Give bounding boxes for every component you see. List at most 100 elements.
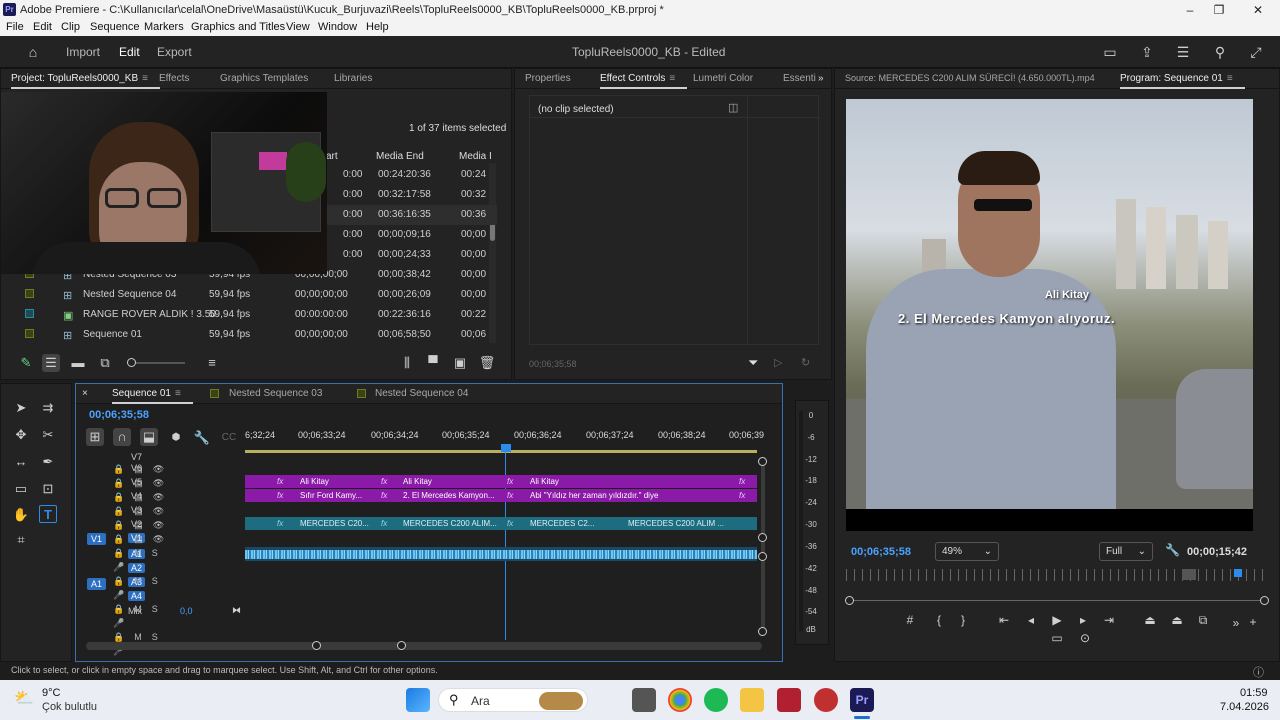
track-lock-toggles-icon[interactable]: 🔒▤👁 🔒▤👁 🔒▤👁 🔒▤👁 🔒▤👁 🔒▤👁 🔒MS🎤 🔒MS🎤 🔒MS🎤 🔒MS🎤 xyxy=(113,462,183,656)
menu-file[interactable]: File xyxy=(6,21,24,33)
wrench-icon[interactable]: 🔧 xyxy=(1165,543,1180,557)
panel-layout-icon[interactable]: ▭ xyxy=(1101,43,1119,61)
list-item[interactable]: ⊞ Nested Sequence 04 59,94 fps 00;00;00;0… xyxy=(17,285,497,305)
workspaces-icon[interactable]: ☰ xyxy=(1174,43,1192,61)
more-controls-icon[interactable]: » xyxy=(1228,616,1244,630)
lift-icon[interactable]: ⏏ xyxy=(1142,613,1158,627)
close-button[interactable]: ✕ xyxy=(1248,1,1268,19)
linked-selection-icon[interactable]: ∩ xyxy=(113,428,131,446)
add-marker-icon[interactable]: ⬢ xyxy=(167,429,185,447)
extract-icon[interactable]: ⏏ xyxy=(1169,613,1185,627)
camera-icon[interactable]: ⊙ xyxy=(1077,631,1093,645)
time-ruler[interactable] xyxy=(846,569,1266,581)
menu-clip[interactable]: Clip xyxy=(61,21,80,33)
go-to-out-icon[interactable]: ⇥ xyxy=(1101,613,1117,627)
captions-tool-icon[interactable]: ⌗ xyxy=(12,531,30,549)
timeline-settings-icon[interactable]: 🔧 xyxy=(193,429,211,447)
step-forward-icon[interactable]: ▸ xyxy=(1075,613,1091,627)
timeline-hscrollbar[interactable] xyxy=(86,641,762,650)
export-tab[interactable]: Export xyxy=(157,45,192,59)
voicemeeter-icon[interactable] xyxy=(777,688,801,712)
toggle-timeline-icon[interactable]: ◫ xyxy=(728,101,738,114)
automate-to-sequence-icon[interactable]: ⫼ xyxy=(398,354,416,372)
ripple-edit-tool-icon[interactable]: ✥ xyxy=(12,426,30,444)
pencil-icon[interactable]: ✎ xyxy=(17,354,35,372)
tab-properties[interactable]: Properties xyxy=(525,73,571,84)
file-explorer-icon[interactable] xyxy=(740,688,764,712)
import-tab[interactable]: Import xyxy=(66,45,100,59)
premiere-taskbar-icon[interactable]: Pr xyxy=(850,688,874,712)
share-icon[interactable]: ⇪ xyxy=(1138,43,1156,61)
chrome-icon[interactable] xyxy=(668,688,692,712)
clip-v1-4[interactable]: MERCEDES C200 ALIM ... xyxy=(628,517,724,530)
tab-source-monitor[interactable]: Source: MERCEDES C200 ALIM SÜRECİ! (4.65… xyxy=(845,73,1095,83)
search-box[interactable]: ⚲ Ara xyxy=(438,688,588,712)
menu-sequence[interactable]: Sequence xyxy=(90,21,140,33)
go-to-in-icon[interactable]: ⇤ xyxy=(996,613,1012,627)
menu-help[interactable]: Help xyxy=(366,21,389,33)
fullscreen-icon[interactable]: ⤢ xyxy=(1247,43,1265,61)
menu-graphics-titles[interactable]: Graphics and Titles xyxy=(191,21,285,33)
playhead-handle[interactable] xyxy=(501,444,511,452)
start-button[interactable] xyxy=(406,688,430,712)
add-marker-icon[interactable]: # xyxy=(902,613,918,627)
menu-view[interactable]: View xyxy=(286,21,310,33)
zoom-slider[interactable] xyxy=(127,358,185,367)
trash-icon[interactable]: 🗑 xyxy=(478,354,496,372)
timeline-vscrollbar[interactable] xyxy=(758,457,767,636)
audio-clip-a1[interactable] xyxy=(245,547,757,561)
close-sequence-icon[interactable]: × xyxy=(82,388,88,399)
clip-v1-3[interactable]: MERCEDES C2... xyxy=(530,517,594,530)
list-view-icon[interactable]: ☰ xyxy=(42,354,60,372)
source-patch-a1[interactable]: A1 xyxy=(87,578,107,590)
program-timecode[interactable]: 00;06;35;58 xyxy=(851,546,911,558)
hand-tool-icon[interactable]: ✋ xyxy=(12,506,30,524)
menu-edit[interactable]: Edit xyxy=(33,21,52,33)
pen-tool-icon[interactable]: ✒ xyxy=(39,453,57,471)
clip-v4-2[interactable]: 2. El Mercedes Kamyon... xyxy=(403,489,495,502)
clip-v4-3[interactable]: Abi "Yıldız her zaman yıldızdır." diye xyxy=(530,489,658,502)
button-editor-icon[interactable]: + xyxy=(1245,615,1261,629)
timeline-timecode[interactable]: 00;06;35;58 xyxy=(89,409,149,421)
clip-v5-1[interactable]: Ali Kitay xyxy=(300,475,329,488)
column-header-media-duration[interactable]: Media I xyxy=(459,151,492,162)
track-select-tool-icon[interactable]: ⇉ xyxy=(39,399,57,417)
snap-icon[interactable]: ⊞ xyxy=(86,428,104,446)
more-tabs-icon[interactable]: » xyxy=(818,73,824,84)
task-view-icon[interactable] xyxy=(632,688,656,712)
tab-essential[interactable]: Essenti xyxy=(783,73,816,84)
razor-tool-icon[interactable]: ✂ xyxy=(39,426,57,444)
filter-icon[interactable]: ⏷ xyxy=(748,355,758,371)
selection-tool-icon[interactable]: ➤ xyxy=(12,399,30,417)
home-icon[interactable]: ⌂ xyxy=(24,43,42,61)
minimize-button[interactable]: – xyxy=(1180,1,1200,19)
column-header-media-start[interactable]: art xyxy=(326,151,338,162)
play-icon[interactable]: ▶ xyxy=(1049,613,1065,627)
clip-v5-2[interactable]: Ali Kitay xyxy=(403,475,432,488)
tab-nested-sequence-03[interactable]: Nested Sequence 03 xyxy=(229,388,322,399)
rectangle-tool-icon[interactable]: ▭ xyxy=(12,480,30,498)
tab-lumetri-color[interactable]: Lumetri Color xyxy=(693,73,753,84)
maximize-button[interactable]: ❐ xyxy=(1209,1,1229,19)
tab-sequence-01[interactable]: Sequence 01 ≡ xyxy=(112,388,193,404)
type-tool-icon[interactable]: T xyxy=(39,505,57,523)
search-icon[interactable]: ⚲ xyxy=(1211,43,1229,61)
zoom-select[interactable]: 49% ⌄ xyxy=(935,542,999,561)
app-icon[interactable] xyxy=(814,688,838,712)
remix-tool-icon[interactable]: ⊡ xyxy=(39,480,57,498)
clip-v1-1[interactable]: MERCEDES C20... xyxy=(300,517,369,530)
zoom-scrollbar[interactable] xyxy=(845,596,1269,605)
tab-effect-controls[interactable]: Effect Controls ≡ xyxy=(600,73,688,89)
step-back-icon[interactable]: ◂ xyxy=(1023,613,1039,627)
new-bin-icon[interactable]: ▀ xyxy=(424,354,442,372)
info-icon[interactable]: ⓘ xyxy=(1253,664,1264,680)
play-audio-icon[interactable]: ▷ xyxy=(774,356,782,369)
quality-select[interactable]: Full ⌄ xyxy=(1099,542,1153,561)
list-item[interactable]: ▣ RANGE ROVER ALDIK ! 3.50 59,94 fps 00:0… xyxy=(17,305,497,325)
menu-markers[interactable]: Markers xyxy=(144,21,184,33)
spotify-icon[interactable] xyxy=(704,688,728,712)
tab-program-monitor[interactable]: Program: Sequence 01 ≡ xyxy=(1120,73,1245,89)
comparison-view-icon[interactable]: ▭ xyxy=(1049,631,1065,645)
loop-icon[interactable]: ↻ xyxy=(801,356,810,369)
tab-effects[interactable]: Effects xyxy=(159,73,189,84)
